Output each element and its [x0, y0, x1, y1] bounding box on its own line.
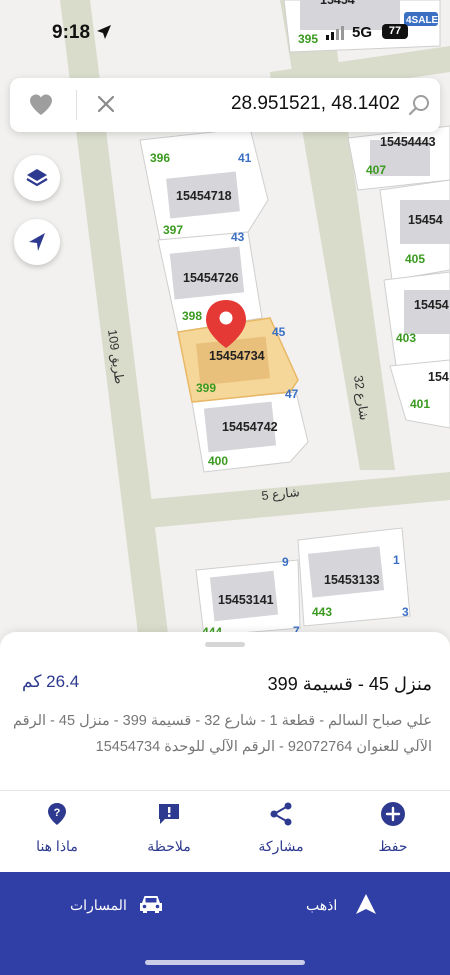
- plot-number: 397: [163, 223, 183, 237]
- network-type: 5G: [352, 24, 373, 41]
- plot-number: 443: [312, 605, 332, 619]
- plot-number: 398: [182, 309, 202, 323]
- close-icon[interactable]: [96, 94, 116, 114]
- parcel-id: 15454718: [176, 189, 232, 203]
- plot-number: 401: [410, 397, 430, 411]
- whats-here-label: ماذا هنا: [36, 838, 78, 854]
- search-input[interactable]: 28.951521, 48.1402: [150, 93, 400, 115]
- plot-number: 405: [405, 252, 425, 266]
- house-number: 41: [238, 151, 252, 165]
- question-pin-icon: ?: [48, 803, 66, 825]
- plot-number: 407: [366, 163, 386, 177]
- whats-here-button[interactable]: ? ماذا هنا: [12, 801, 102, 855]
- plot-number: 403: [396, 331, 416, 345]
- house-number: 9: [282, 555, 289, 569]
- navigation-arrow-icon: [29, 233, 45, 251]
- plot-number: 400: [208, 454, 228, 468]
- parcel-id: 15454: [414, 298, 449, 312]
- battery-icon: 77: [382, 24, 408, 39]
- save-label: حفظ: [378, 838, 408, 854]
- car-icon[interactable]: [138, 892, 164, 916]
- home-indicator: [145, 960, 305, 965]
- svg-text:?: ?: [54, 807, 61, 819]
- search-bar[interactable]: 28.951521, 48.1402: [10, 78, 440, 132]
- save-button[interactable]: حفظ: [348, 801, 438, 855]
- plot-number: 396: [150, 151, 170, 165]
- note-icon: [159, 804, 179, 824]
- status-bar: 9:18 5G 77: [0, 0, 450, 62]
- layers-icon: [26, 169, 48, 187]
- signal-icon: [326, 26, 344, 40]
- house-number: 1: [393, 553, 400, 567]
- search-icon[interactable]: [408, 93, 432, 117]
- share-label: مشاركة: [258, 838, 304, 854]
- parcel-id: 15454443: [380, 135, 436, 149]
- layers-button[interactable]: [14, 155, 60, 201]
- go-button[interactable]: اذهب: [306, 897, 337, 914]
- note-label: ملاحظة: [147, 838, 191, 854]
- navigation-bar: المسارات اذهب: [0, 872, 450, 975]
- parcel-id: 15453133: [324, 573, 380, 587]
- plus-circle-icon: [381, 802, 405, 826]
- house-number: 3: [402, 605, 409, 619]
- status-time: 9:18: [52, 22, 91, 43]
- plot-number: 399: [196, 381, 216, 395]
- house-number: 45: [272, 325, 286, 339]
- parcel-id: 15453141: [218, 593, 274, 607]
- distance-label: 26.4 كم: [22, 672, 80, 691]
- road-5: [140, 472, 450, 528]
- routes-button[interactable]: المسارات: [70, 897, 127, 914]
- note-button[interactable]: ملاحظة: [124, 801, 214, 855]
- address-text: علي صباح السالم - قطعة 1 - شارع 32 - قسي…: [13, 713, 432, 755]
- parcel-id: 154: [428, 370, 449, 384]
- navigate-arrow-icon[interactable]: [354, 892, 378, 916]
- share-button[interactable]: مشاركة: [236, 801, 326, 855]
- place-title: منزل 45 - قسيمة 399: [267, 674, 432, 694]
- action-row: حفظ مشاركة ملاحظة ? ماذا هنا: [0, 790, 450, 871]
- divider: [76, 90, 77, 120]
- parcel-id-selected: 15454734: [209, 349, 265, 363]
- my-location-button[interactable]: [14, 219, 60, 265]
- house-number: 47: [285, 387, 299, 401]
- house-number: 43: [231, 230, 245, 244]
- parcel-id: 15454: [408, 213, 443, 227]
- location-arrow-icon: [97, 25, 111, 39]
- sheet-handle[interactable]: [205, 642, 245, 647]
- heart-icon[interactable]: [28, 93, 54, 117]
- share-icon: [270, 802, 292, 826]
- parcel-id: 15454742: [222, 420, 278, 434]
- parcel-id: 15454726: [183, 271, 239, 285]
